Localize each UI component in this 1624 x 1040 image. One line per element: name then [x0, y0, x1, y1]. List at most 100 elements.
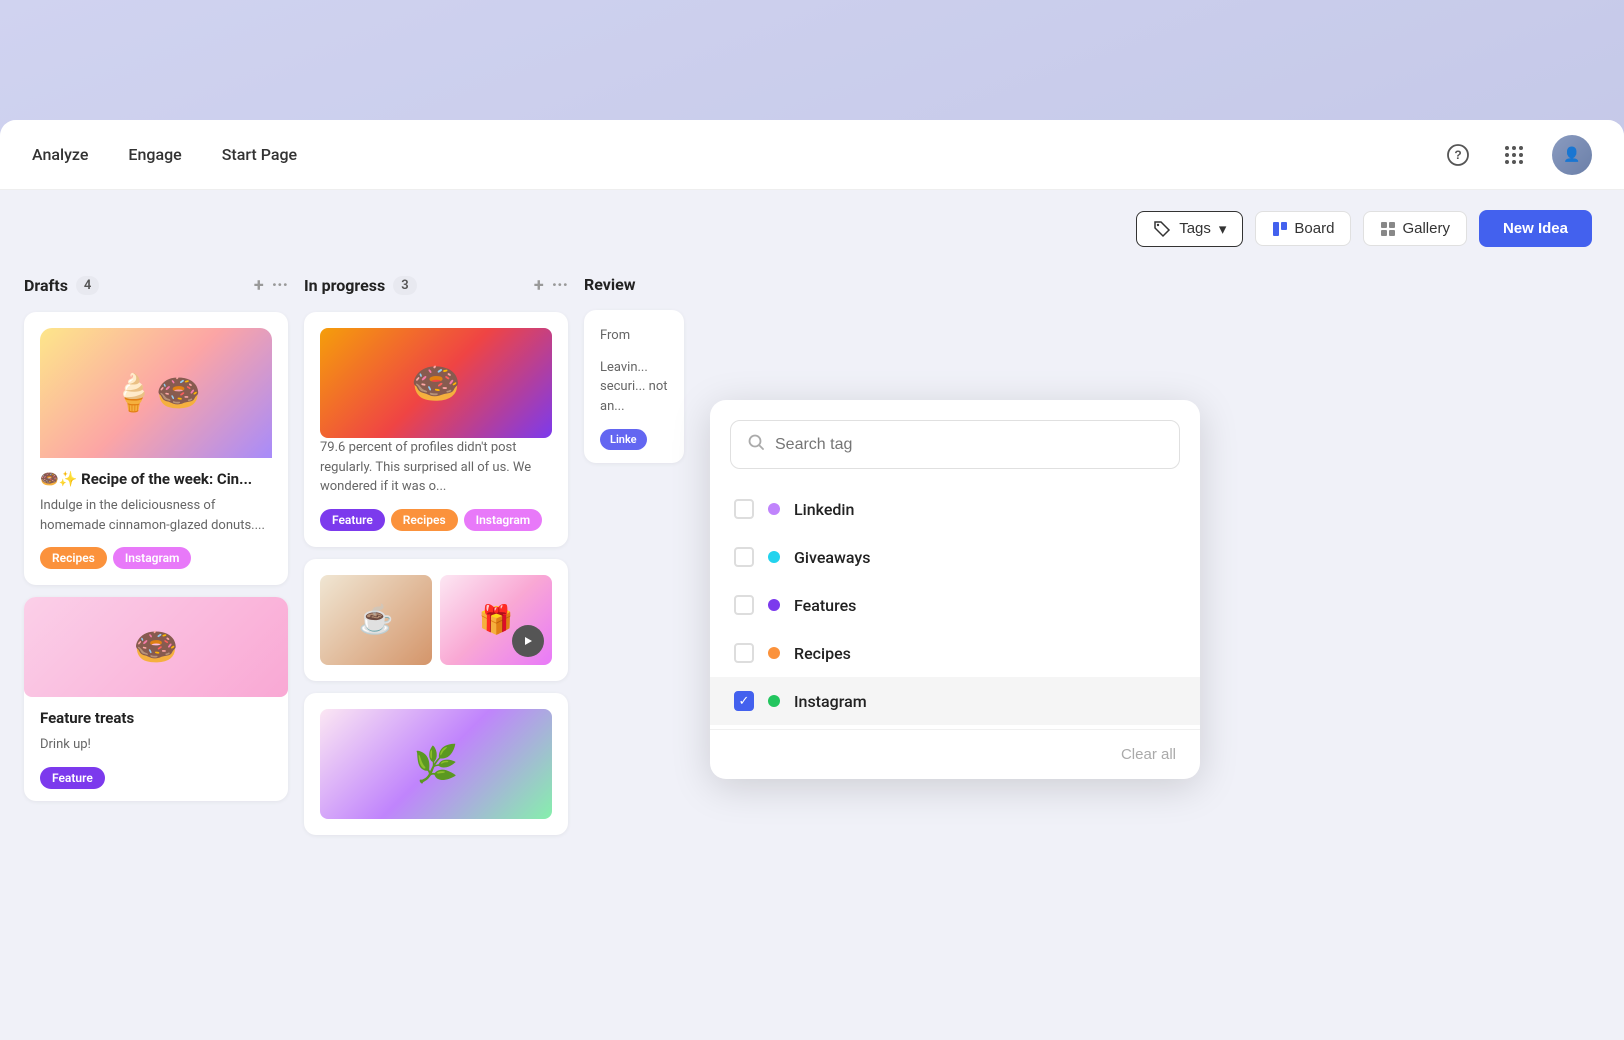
tag-label-linkedin: Linkedin	[794, 500, 854, 519]
top-bar-actions: ? 👤	[1440, 135, 1592, 175]
toolbar: Tags ▾ Board Gallery New Idea	[0, 190, 1624, 267]
column-actions-drafts: + ···	[254, 275, 288, 296]
help-icon: ?	[1446, 143, 1470, 167]
dot-recipes	[768, 647, 780, 659]
column-header-progress: In progress 3 + ···	[304, 267, 568, 312]
tag-item-giveaways[interactable]: Giveaways	[710, 533, 1200, 581]
dot-instagram	[768, 695, 780, 707]
help-button[interactable]: ?	[1440, 137, 1476, 173]
card-review-title: From	[600, 326, 668, 346]
card-feature-title: Feature treats	[40, 709, 272, 727]
card-feature-image: 🍩	[24, 597, 288, 697]
checkbox-linkedin[interactable]	[734, 499, 754, 519]
card-donut-image: 🍩	[320, 328, 552, 438]
column-header-review: Review	[584, 267, 688, 310]
column-in-progress: In progress 3 + ··· 🍩 79.6 percent of pr…	[296, 267, 576, 1040]
tag-label-instagram: Instagram	[794, 692, 867, 711]
gallery-button[interactable]: Gallery	[1363, 211, 1467, 246]
board-button[interactable]: Board	[1255, 211, 1351, 246]
dot-features	[768, 599, 780, 611]
card-recipe-title: 🍩✨ Recipe of the week: Cin...	[40, 470, 272, 488]
card-review-text: Leavin... securi... not an...	[600, 358, 668, 417]
tag-item-recipes[interactable]: Recipes	[710, 629, 1200, 677]
checkbox-recipes[interactable]	[734, 643, 754, 663]
nav-engage[interactable]: Engage	[128, 145, 181, 164]
tag-feature[interactable]: Feature	[40, 767, 105, 789]
add-card-icon[interactable]: +	[254, 275, 264, 296]
column-review: Review From Leavin... securi... not an..…	[576, 267, 696, 1040]
tag-list: Linkedin Giveaways Features Recipes	[710, 481, 1200, 729]
card-recipe: 🍦🍩 🍩✨ Recipe of the week: Cin... Indulge…	[24, 312, 288, 585]
tags-label: Tags	[1179, 220, 1211, 237]
tags-button[interactable]: Tags ▾	[1136, 211, 1243, 247]
dropdown-arrow-icon: ▾	[1219, 220, 1227, 238]
search-icon	[747, 433, 765, 456]
card-image-row: ☕ 🎁	[320, 575, 552, 665]
add-card-icon-progress[interactable]: +	[534, 275, 544, 296]
video-icon	[522, 635, 534, 647]
apps-button[interactable]	[1496, 137, 1532, 173]
checkbox-features[interactable]	[734, 595, 754, 615]
avatar[interactable]: 👤	[1552, 135, 1592, 175]
card-feature-treats: 🍩 Feature treats Drink up! Feature	[24, 597, 288, 801]
card-recipe-text: Indulge in the deliciousness of homemade…	[40, 496, 272, 535]
tag-linkedin[interactable]: Linke	[600, 429, 647, 450]
more-options-icon[interactable]: ···	[272, 275, 288, 296]
card-image-grid: ☕ 🎁	[304, 559, 568, 681]
card-review: From Leavin... securi... not an... Linke	[584, 310, 684, 463]
card-feature-tags: Feature	[40, 767, 272, 789]
board-icon	[1272, 221, 1288, 237]
card-profiles-text: 79.6 percent of profiles didn't post reg…	[320, 438, 552, 497]
column-title-progress: In progress	[304, 276, 385, 295]
tag-recipes-2[interactable]: Recipes	[391, 509, 458, 531]
card-coffee-image: ☕	[320, 575, 432, 665]
card-profiles-tags: Feature Recipes Instagram	[320, 509, 552, 531]
column-title-drafts: Drafts	[24, 276, 68, 295]
search-area	[710, 400, 1200, 481]
card-recipe-image: 🍦🍩	[40, 328, 272, 458]
column-actions-progress: + ···	[534, 275, 568, 296]
avatar-image: 👤	[1552, 135, 1592, 175]
video-badge	[512, 625, 544, 657]
dot-giveaways	[768, 551, 780, 563]
tag-item-linkedin[interactable]: Linkedin	[710, 485, 1200, 533]
tag-item-features[interactable]: Features	[710, 581, 1200, 629]
card-profiles: 🍩 79.6 percent of profiles didn't post r…	[304, 312, 568, 547]
tag-feature-2[interactable]: Feature	[320, 509, 385, 531]
top-bar: Analyze Engage Start Page ?	[0, 120, 1624, 190]
column-header-drafts: Drafts 4 + ···	[24, 267, 288, 312]
gallery-icon	[1380, 221, 1396, 237]
tag-instagram-2[interactable]: Instagram	[464, 509, 543, 531]
board-label: Board	[1294, 220, 1334, 237]
tag-recipes[interactable]: Recipes	[40, 547, 107, 569]
card-feature-text: Drink up!	[40, 735, 272, 755]
tag-dropdown: Linkedin Giveaways Features Recipes	[710, 400, 1200, 779]
tag-label-features: Features	[794, 596, 856, 615]
card-recipe-tags: Recipes Instagram	[40, 547, 272, 569]
tag-icon	[1153, 220, 1171, 238]
column-title-review: Review	[584, 275, 636, 294]
dropdown-footer: Clear all	[710, 729, 1200, 779]
checkbox-instagram[interactable]: ✓	[734, 691, 754, 711]
card-plant-image: 🌿	[320, 709, 552, 819]
search-box[interactable]	[730, 420, 1180, 469]
checkbox-giveaways[interactable]	[734, 547, 754, 567]
tag-item-instagram[interactable]: ✓ Instagram	[710, 677, 1200, 725]
column-drafts: Drafts 4 + ··· 🍦🍩 🍩✨ Recipe of the week:…	[16, 267, 296, 1040]
gallery-label: Gallery	[1402, 220, 1450, 237]
tag-instagram[interactable]: Instagram	[113, 547, 192, 569]
nav-analyze[interactable]: Analyze	[32, 145, 88, 164]
tag-label-giveaways: Giveaways	[794, 548, 870, 567]
svg-text:?: ?	[1454, 148, 1461, 162]
dot-linkedin	[768, 503, 780, 515]
clear-all-button[interactable]: Clear all	[1121, 746, 1176, 763]
apps-icon	[1503, 144, 1525, 166]
nav-start-page[interactable]: Start Page	[222, 145, 297, 164]
column-count-progress: 3	[393, 276, 416, 295]
nav-items: Analyze Engage Start Page	[32, 145, 1440, 164]
new-idea-button[interactable]: New Idea	[1479, 210, 1592, 247]
search-input[interactable]	[775, 436, 1163, 454]
app-window: Analyze Engage Start Page ?	[0, 120, 1624, 1040]
more-options-icon-progress[interactable]: ···	[552, 275, 568, 296]
card-plant: 🌿	[304, 693, 568, 835]
